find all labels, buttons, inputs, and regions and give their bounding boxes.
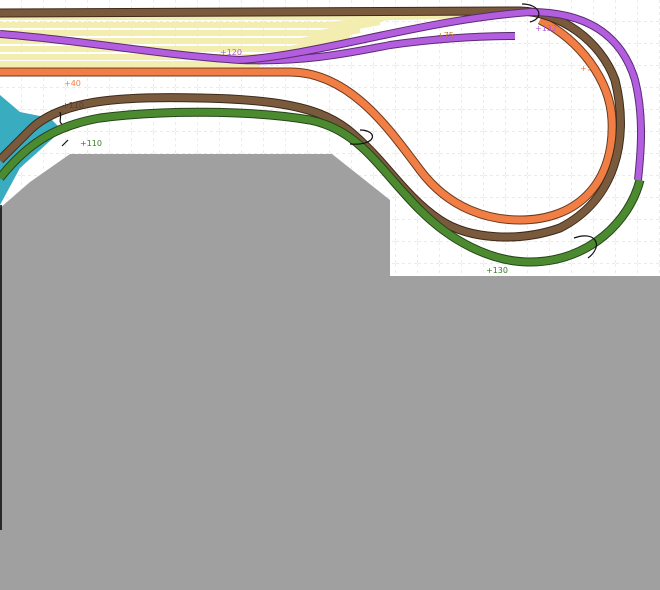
label-orange-right: +73 (580, 64, 597, 73)
label-brown-left: +110 (62, 101, 84, 110)
label-green-left: +110 (80, 139, 102, 148)
track-layout-plan: +75 +132 +120 +40 +73 +110 +110 +130 (0, 0, 660, 590)
label-green-bottom: +130 (486, 266, 508, 275)
label-purple-mid: +120 (220, 48, 242, 57)
label-yellow-top: +75 (437, 31, 454, 40)
label-orange-left: +40 (64, 79, 81, 88)
label-purple-top: +132 (535, 24, 557, 33)
